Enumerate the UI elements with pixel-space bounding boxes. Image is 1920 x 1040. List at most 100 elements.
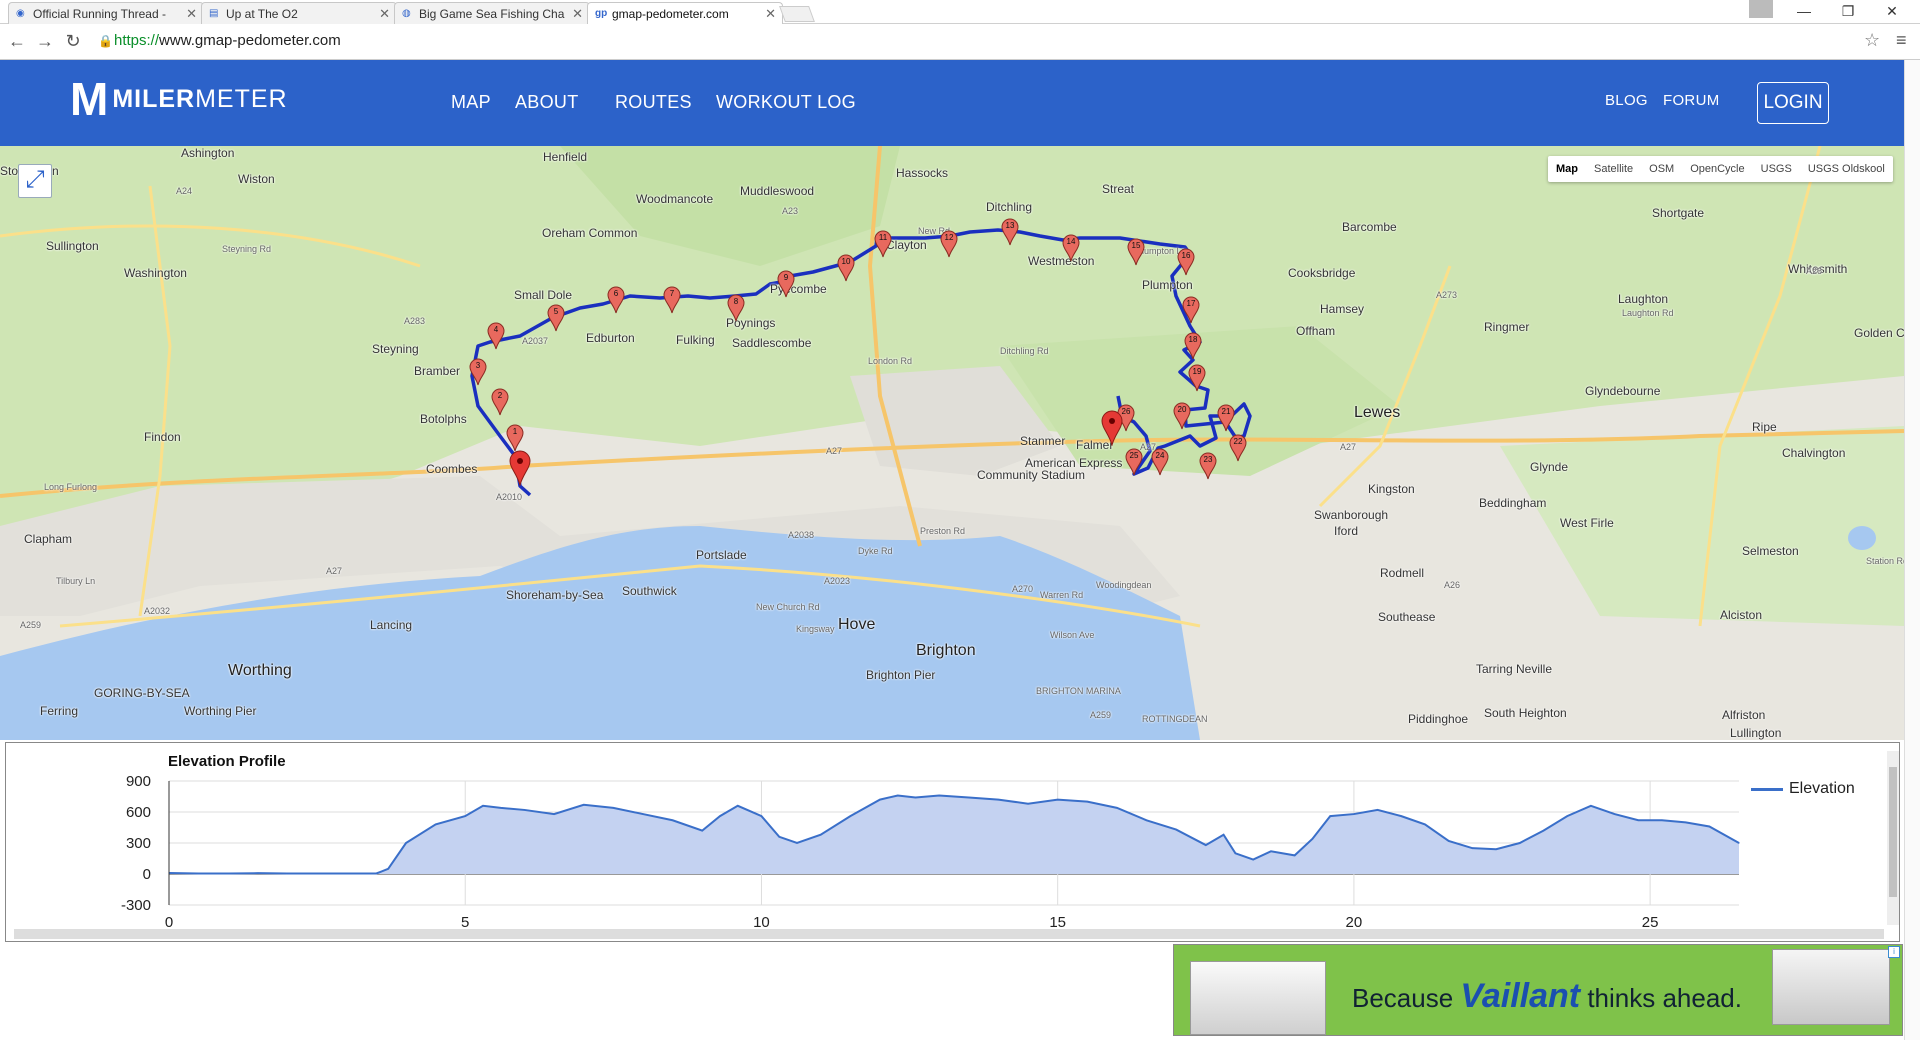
distance-marker-23[interactable]: 23 (1199, 452, 1217, 480)
distance-marker-18[interactable]: 18 (1184, 332, 1202, 360)
close-tab-icon[interactable]: ✕ (765, 6, 776, 22)
distance-marker-21[interactable]: 21 (1217, 404, 1235, 432)
browser-tab[interactable]: ◍ Big Game Sea Fishing Cha ✕ (394, 2, 590, 24)
map-location-pin[interactable] (1101, 410, 1123, 446)
map-type-osm[interactable]: OSM (1641, 156, 1682, 182)
distance-marker-24[interactable]: 24 (1151, 448, 1169, 476)
forward-icon[interactable]: → (34, 30, 56, 52)
boiler-image (1190, 961, 1326, 1035)
y-tick-label: 300 (126, 835, 151, 852)
place-label: Laughton (1618, 292, 1669, 306)
place-label: Woodingdean (1096, 580, 1152, 590)
distance-marker-1[interactable]: 1 (506, 424, 524, 452)
browser-menu-icon[interactable]: ≡ (1896, 30, 1907, 51)
elevation-point (1252, 858, 1254, 861)
place-label: Henfield (543, 150, 588, 164)
road-label: A259 (1090, 710, 1112, 720)
distance-marker-6[interactable]: 6 (607, 286, 625, 314)
browser-tab[interactable]: ◉ Official Running Thread - ✕ (8, 2, 204, 24)
fullscreen-icon[interactable]: ⤢ (18, 164, 52, 198)
distance-marker-5[interactable]: 5 (547, 304, 565, 332)
road-label: Dyke Rd (858, 546, 893, 556)
distance-marker-25[interactable]: 25 (1125, 448, 1143, 476)
elevation-point (583, 804, 585, 806)
close-tab-icon[interactable]: ✕ (572, 6, 583, 22)
marker-label: 20 (1177, 405, 1187, 414)
nav-workout-log[interactable]: WORKOUT LOG (716, 92, 856, 113)
distance-marker-17[interactable]: 17 (1182, 296, 1200, 324)
route-start-pin[interactable] (509, 450, 531, 486)
map-type-usgs-oldskool[interactable]: USGS Oldskool (1800, 156, 1893, 182)
elevation-point (1708, 825, 1710, 828)
route-map[interactable]: Ashington Henfield Hassocks Storrington … (0, 146, 1904, 740)
distance-marker-12[interactable]: 12 (940, 230, 958, 258)
close-tab-icon[interactable]: ✕ (379, 6, 390, 22)
elevation-point (1145, 819, 1148, 821)
distance-marker-13[interactable]: 13 (1001, 218, 1019, 246)
place-label: Botolphs (420, 412, 467, 426)
browser-tab[interactable]: ▤ Up at The O2 ✕ (201, 2, 397, 24)
distance-marker-14[interactable]: 14 (1062, 234, 1080, 262)
place-label: Clayton (886, 238, 927, 252)
restore-icon[interactable]: ❐ (1826, 0, 1870, 24)
marker-label: 13 (1005, 221, 1015, 230)
close-window-icon[interactable]: ✕ (1870, 0, 1914, 24)
horizontal-scrollbar[interactable] (14, 929, 1884, 939)
y-tick-label: 900 (126, 773, 151, 790)
distance-marker-3[interactable]: 3 (469, 358, 487, 386)
elevation-point (1495, 848, 1497, 850)
logo-mark: M (70, 73, 109, 125)
vaillant-ad-banner[interactable]: Because Vaillant thinks ahead. i (1173, 944, 1903, 1036)
nav-about[interactable]: ABOUT (515, 92, 579, 113)
tab-title: gmap-pedometer.com (612, 7, 729, 21)
place-label: Chalvington (1782, 446, 1846, 460)
elevation-point (1661, 819, 1663, 821)
nav-forum[interactable]: FORUM (1663, 92, 1720, 109)
url-field[interactable]: 🔒https://www.gmap-pedometer.com (98, 28, 1860, 54)
elevation-point (1424, 823, 1426, 825)
distance-marker-8[interactable]: 8 (727, 294, 745, 322)
distance-marker-9[interactable]: 9 (777, 270, 795, 298)
road-label: London Rd (868, 356, 913, 366)
distance-marker-16[interactable]: 16 (1177, 248, 1195, 276)
road-label: Wilson Ave (1050, 630, 1095, 640)
profile-icon[interactable] (1749, 0, 1773, 18)
elevation-point (1027, 803, 1029, 805)
map-type-usgs[interactable]: USGS (1753, 156, 1800, 182)
bookmark-star-icon[interactable]: ☆ (1864, 30, 1880, 51)
vertical-scrollbar[interactable] (1887, 751, 1899, 925)
map-type-map[interactable]: Map (1548, 156, 1586, 182)
place-label: Iford (1334, 524, 1359, 538)
back-icon[interactable]: ← (6, 30, 28, 52)
distance-marker-4[interactable]: 4 (487, 322, 505, 350)
nav-map[interactable]: MAP (451, 92, 491, 113)
elevation-point (1738, 842, 1740, 844)
distance-marker-22[interactable]: 22 (1229, 434, 1247, 462)
nav-routes[interactable]: ROUTES (615, 92, 692, 113)
distance-marker-20[interactable]: 20 (1173, 402, 1191, 430)
road-label: A26 (1806, 266, 1823, 276)
map-type-satellite[interactable]: Satellite (1586, 156, 1641, 182)
reload-icon[interactable]: ↻ (62, 30, 84, 52)
distance-marker-11[interactable]: 11 (874, 230, 892, 258)
distance-marker-10[interactable]: 10 (837, 254, 855, 282)
login-button[interactable]: LOGIN (1757, 82, 1829, 124)
x-tick-label: 20 (1346, 914, 1363, 929)
lake (1848, 526, 1876, 550)
page-scrollbar[interactable] (1904, 60, 1920, 1040)
nav-blog[interactable]: BLOG (1605, 92, 1648, 109)
distance-marker-19[interactable]: 19 (1188, 364, 1206, 392)
new-tab-button[interactable] (779, 6, 815, 22)
scrollbar-thumb[interactable] (1889, 767, 1897, 897)
x-tick-label: 25 (1642, 914, 1659, 929)
map-type-opencycle[interactable]: OpenCycle (1682, 156, 1752, 182)
minimize-icon[interactable]: — (1782, 0, 1826, 24)
distance-marker-7[interactable]: 7 (663, 286, 681, 314)
close-tab-icon[interactable]: ✕ (186, 6, 197, 22)
adchoices-icon[interactable]: i (1888, 946, 1900, 958)
distance-marker-2[interactable]: 2 (491, 388, 509, 416)
browser-tab-active[interactable]: gp gmap-pedometer.com ✕ (587, 2, 783, 24)
elevation-point (796, 842, 798, 844)
site-logo[interactable]: M MILERMETER (70, 73, 288, 125)
distance-marker-15[interactable]: 15 (1127, 238, 1145, 266)
